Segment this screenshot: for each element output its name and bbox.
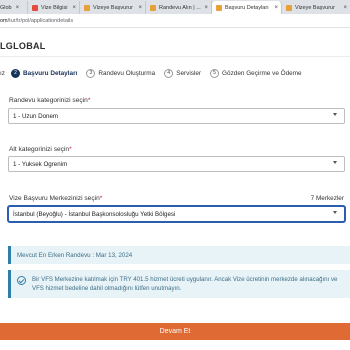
- step-4: 4 Servisler: [164, 68, 202, 78]
- browser-tab-6[interactable]: Vizeye Başvurur ×: [282, 1, 350, 14]
- vfs-favicon-icon: [216, 4, 222, 11]
- close-icon[interactable]: ×: [204, 5, 208, 11]
- center-label: Vize Başvuru Merkezinizi seçin*: [9, 195, 102, 202]
- close-icon[interactable]: ×: [343, 5, 347, 11]
- subcategory-value: 1 - Yuksek Ogrenim: [13, 160, 68, 168]
- category-label-text: Randevu kategorinizi seçin: [9, 97, 88, 104]
- close-icon[interactable]: ×: [16, 5, 20, 11]
- fee-info-text: Bir VFS Merkezine katılmak için TRY 401.…: [32, 276, 338, 292]
- step-3: 3 Randevu Oluşturma: [86, 68, 156, 78]
- center-select[interactable]: İstanbul (Beyoğlu) - İstanbul Başkonsolo…: [8, 206, 345, 222]
- required-mark: *: [87, 97, 91, 104]
- subcategory-label: Alt kategorinizi seçin*: [9, 146, 72, 153]
- vfs-favicon-icon: [150, 4, 156, 11]
- header-divider: [0, 56, 350, 57]
- continue-button[interactable]: Devam Et: [0, 323, 350, 340]
- browser-tab-4[interactable]: Randevu Alın | ... ×: [146, 1, 212, 14]
- url-path: /tur/tr/pol/applicationdetails: [7, 17, 74, 24]
- chevron-down-icon: [333, 113, 337, 116]
- subcategory-select[interactable]: 1 - Yuksek Ogrenim: [8, 156, 345, 172]
- browser-tab-strip: Glob × Vize Bilgisi × Vizeye Başvurur × …: [0, 0, 350, 14]
- browser-tab-2[interactable]: Vize Bilgisi ×: [28, 1, 80, 14]
- url-host: om: [0, 17, 8, 24]
- site-logo[interactable]: LGLOBAL: [0, 41, 46, 51]
- step-number: 2: [10, 68, 20, 78]
- browser-tab-5-active[interactable]: Başvuru Detayları ×: [212, 1, 282, 14]
- check-circle-icon: [17, 276, 26, 285]
- category-label: Randevu kategorinizi seçin*: [9, 97, 90, 104]
- category-select[interactable]: 1 - Uzun Donem: [8, 108, 345, 124]
- vfs-favicon-icon: [286, 4, 292, 11]
- tab-label: Vizeye Başvurur: [295, 4, 335, 11]
- subcategory-label-text: Alt kategorinizi seçin: [9, 146, 70, 153]
- step-5: 5 Gözden Geçirme ve Ödeme: [210, 68, 302, 78]
- category-value: 1 - Uzun Donem: [13, 112, 59, 120]
- tab-label: Glob: [0, 4, 12, 11]
- chevron-down-icon: [333, 211, 337, 214]
- step-number: 3: [86, 68, 96, 78]
- address-bar[interactable]: om/tur/tr/pol/applicationdetails: [0, 14, 350, 28]
- tab-label: Vizeye Başvurur: [93, 4, 133, 11]
- step-label: Başvuru Detayları: [22, 69, 78, 77]
- vfs-favicon-icon: [84, 4, 90, 11]
- required-mark: *: [69, 146, 72, 153]
- vfs-favicon-icon: [32, 4, 38, 11]
- step-label: Servisler: [176, 69, 202, 77]
- step-label: ız: [0, 69, 5, 77]
- step-number: 5: [210, 68, 220, 78]
- close-icon[interactable]: ×: [72, 5, 76, 11]
- browser-tab-3[interactable]: Vizeye Başvurur ×: [80, 1, 146, 14]
- earliest-appointment-info: Mevcut En Erken Randevu : Mar 13, 2024: [8, 246, 350, 264]
- step-label: Randevu Oluşturma: [98, 69, 156, 77]
- step-2-active: 2 Başvuru Detayları: [10, 68, 78, 78]
- earliest-appointment-text: Mevcut En Erken Randevu : Mar 13, 2024: [17, 251, 133, 259]
- center-value: İstanbul (Beyoğlu) - İstanbul Başkonsolo…: [13, 210, 176, 218]
- center-count: 7 Merkezler: [310, 195, 344, 202]
- close-icon[interactable]: ×: [138, 5, 142, 11]
- step-number: 4: [164, 68, 174, 78]
- url-text[interactable]: om/tur/tr/pol/applicationdetails: [0, 18, 73, 24]
- tab-label: Başvuru Detayları: [225, 4, 269, 11]
- required-mark: *: [99, 195, 103, 202]
- tab-label: Vize Bilgisi: [41, 4, 68, 11]
- step-1: ız: [0, 70, 5, 77]
- fee-info: Bir VFS Merkezine katılmak için TRY 401.…: [8, 270, 350, 298]
- chevron-down-icon: [333, 161, 337, 164]
- browser-tab-1[interactable]: Glob ×: [0, 1, 28, 14]
- progress-stepper: ız 2 Başvuru Detayları 3 Randevu Oluştur…: [0, 66, 350, 80]
- step-label: Gözden Geçirme ve Ödeme: [222, 69, 302, 77]
- tab-label: Randevu Alın | ...: [159, 4, 201, 11]
- center-label-text: Vize Başvuru Merkezinizi seçin: [9, 195, 100, 202]
- close-icon[interactable]: ×: [274, 5, 278, 11]
